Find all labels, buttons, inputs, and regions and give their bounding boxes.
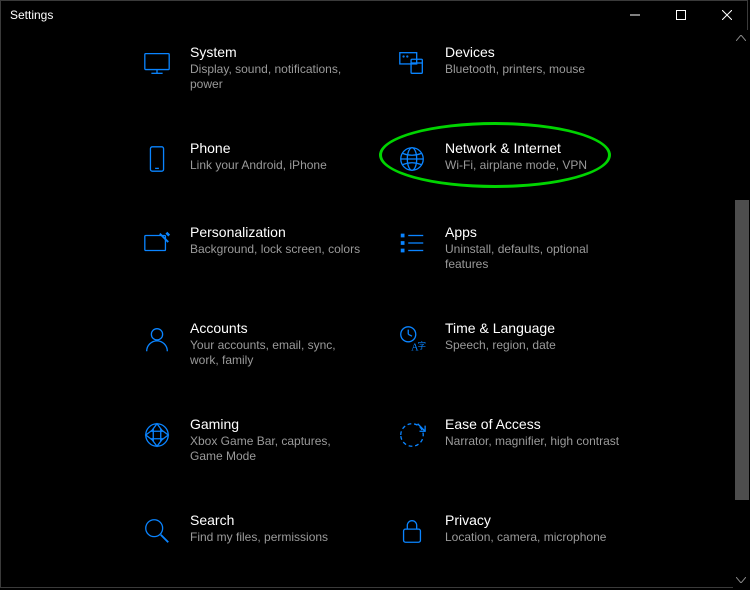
ease-of-access-icon bbox=[395, 418, 429, 452]
category-desc: Location, camera, microphone bbox=[445, 530, 606, 545]
category-desc: Xbox Game Bar, captures, Game Mode bbox=[190, 434, 365, 464]
scroll-down-button[interactable] bbox=[733, 572, 749, 588]
category-desc: Display, sound, notifications, power bbox=[190, 62, 365, 92]
accounts-icon bbox=[140, 322, 174, 356]
category-title: Ease of Access bbox=[445, 416, 619, 432]
category-desc: Uninstall, defaults, optional features bbox=[445, 242, 620, 272]
chevron-down-icon bbox=[736, 577, 746, 583]
settings-grid: System Display, sound, notifications, po… bbox=[140, 44, 720, 548]
category-time-language[interactable]: A字 Time & Language Speech, region, date bbox=[395, 320, 650, 368]
category-personalization[interactable]: Personalization Background, lock screen,… bbox=[140, 224, 395, 272]
category-desc: Bluetooth, printers, mouse bbox=[445, 62, 585, 77]
devices-icon bbox=[395, 46, 429, 80]
category-desc: Link your Android, iPhone bbox=[190, 158, 327, 173]
category-desc: Narrator, magnifier, high contrast bbox=[445, 434, 619, 449]
apps-icon bbox=[395, 226, 429, 260]
network-icon bbox=[395, 142, 429, 176]
chevron-up-icon bbox=[736, 35, 746, 41]
category-search[interactable]: Search Find my files, permissions bbox=[140, 512, 395, 548]
category-title: Personalization bbox=[190, 224, 360, 240]
category-title: Time & Language bbox=[445, 320, 556, 336]
category-title: Privacy bbox=[445, 512, 606, 528]
content-area: System Display, sound, notifications, po… bbox=[0, 30, 750, 588]
category-desc: Background, lock screen, colors bbox=[190, 242, 360, 257]
svg-text:字: 字 bbox=[418, 340, 426, 350]
category-desc: Speech, region, date bbox=[445, 338, 556, 353]
category-title: Accounts bbox=[190, 320, 365, 336]
category-apps[interactable]: Apps Uninstall, defaults, optional featu… bbox=[395, 224, 650, 272]
privacy-icon bbox=[395, 514, 429, 548]
category-title: Search bbox=[190, 512, 328, 528]
category-accounts[interactable]: Accounts Your accounts, email, sync, wor… bbox=[140, 320, 395, 368]
time-language-icon: A字 bbox=[395, 322, 429, 356]
system-icon bbox=[140, 46, 174, 80]
gaming-icon bbox=[140, 418, 174, 452]
category-gaming[interactable]: Gaming Xbox Game Bar, captures, Game Mod… bbox=[140, 416, 395, 464]
personalization-icon bbox=[140, 226, 174, 260]
category-title: Devices bbox=[445, 44, 585, 60]
category-ease-of-access[interactable]: Ease of Access Narrator, magnifier, high… bbox=[395, 416, 650, 464]
category-desc: Your accounts, email, sync, work, family bbox=[190, 338, 365, 368]
category-devices[interactable]: Devices Bluetooth, printers, mouse bbox=[395, 44, 650, 92]
category-desc: Wi-Fi, airplane mode, VPN bbox=[445, 158, 587, 173]
category-network[interactable]: Network & Internet Wi-Fi, airplane mode,… bbox=[395, 140, 650, 176]
search-icon bbox=[140, 514, 174, 548]
category-phone[interactable]: Phone Link your Android, iPhone bbox=[140, 140, 395, 176]
phone-icon bbox=[140, 142, 174, 176]
category-title: Phone bbox=[190, 140, 327, 156]
category-title: Gaming bbox=[190, 416, 365, 432]
category-title: Apps bbox=[445, 224, 620, 240]
scrollbar-thumb[interactable] bbox=[735, 200, 749, 500]
category-system[interactable]: System Display, sound, notifications, po… bbox=[140, 44, 395, 92]
scroll-up-button[interactable] bbox=[733, 30, 749, 46]
category-desc: Find my files, permissions bbox=[190, 530, 328, 545]
category-title: System bbox=[190, 44, 365, 60]
category-privacy[interactable]: Privacy Location, camera, microphone bbox=[395, 512, 650, 548]
category-title: Network & Internet bbox=[445, 140, 587, 156]
